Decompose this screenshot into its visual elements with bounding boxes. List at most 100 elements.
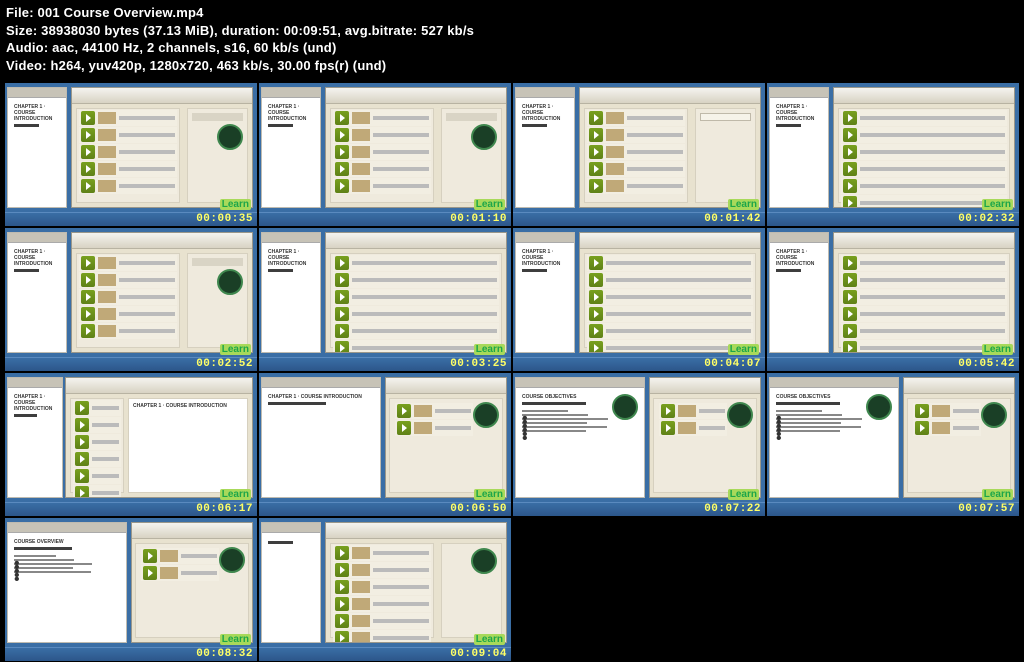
thumbnail[interactable]: CHAPTER 1 · COURSE INTRODUCTIONLearn00:0… <box>259 83 511 226</box>
browser-chrome <box>580 88 760 104</box>
play-icon <box>589 341 603 352</box>
video-list-item <box>333 613 431 629</box>
video-title-line <box>373 619 429 623</box>
video-thumbnail <box>98 325 116 337</box>
video-list-item <box>841 289 1007 305</box>
thumbnail[interactable]: COURSE OVERVIEWLearn00:08:32 <box>5 518 257 661</box>
browser-window <box>649 377 761 498</box>
video-thumbnail <box>98 291 116 303</box>
thumbnail[interactable]: COURSE OBJECTIVESLearn00:07:22 <box>513 373 765 516</box>
play-icon <box>75 435 89 449</box>
document-window: COURSE OBJECTIVES <box>769 377 899 498</box>
play-icon <box>843 128 857 142</box>
browser-chrome <box>72 233 252 249</box>
document-heading: CHAPTER 1 · COURSE INTRODUCTION <box>14 249 60 267</box>
video-list-item <box>841 144 1007 160</box>
video-list-item <box>333 562 431 578</box>
document-body: CHAPTER 1 · COURSE INTRODUCTION <box>262 98 320 138</box>
video-list-item <box>587 255 753 271</box>
heading-rule <box>268 124 293 127</box>
video-list-item <box>841 127 1007 143</box>
video-title-line <box>352 278 497 282</box>
browser-window <box>131 522 253 643</box>
video-title-line <box>606 278 751 282</box>
watermark: Learn <box>220 634 251 645</box>
bullet-line <box>522 430 586 432</box>
video-list-item <box>79 161 177 177</box>
thumbnail[interactable]: CHAPTER 1 · COURSE INTRODUCTIONCHAPTER 1… <box>5 373 257 516</box>
video-list-item <box>79 255 177 271</box>
audio-value: aac, 44100 Hz, 2 channels, s16, 60 kb/s … <box>52 40 336 55</box>
heading-rule <box>776 124 801 127</box>
video-value: h264, yuv420p, 1280x720, 463 kb/s, 30.00… <box>51 58 387 73</box>
document-titlebar <box>516 233 574 243</box>
thumbnail[interactable]: CHAPTER 1 · COURSE INTRODUCTIONLearn00:0… <box>767 228 1019 371</box>
video-title-line <box>860 295 1005 299</box>
video-thumbnail <box>414 422 432 434</box>
video-title-line <box>373 184 429 188</box>
thumbnail[interactable]: COURSE OBJECTIVESLearn00:07:57 <box>767 373 1019 516</box>
video-list-item <box>913 420 981 436</box>
document-body: CHAPTER 1 · COURSE INTRODUCTION <box>8 98 66 138</box>
side-panel <box>907 398 1011 493</box>
video-list-item <box>79 127 177 143</box>
play-icon <box>589 256 603 270</box>
document-titlebar <box>8 378 62 388</box>
thumbnail[interactable]: CHAPTER 1 · COURSE INTRODUCTIONLearn00:0… <box>513 228 765 371</box>
document-body: CHAPTER 1 · COURSE INTRODUCTION <box>516 243 574 283</box>
video-thumbnail <box>352 129 370 141</box>
document-body: COURSE OBJECTIVES <box>770 388 898 440</box>
avgbitrate-value: 527 kb/s <box>421 23 474 38</box>
thumbnail[interactable]: CHAPTER 1 · COURSE INTRODUCTIONLearn00:0… <box>767 83 1019 226</box>
video-list-item <box>659 403 727 419</box>
watermark: Learn <box>220 344 251 355</box>
document-window: CHAPTER 1 · COURSE INTRODUCTION <box>7 377 63 498</box>
document-window: CHAPTER 1 · COURSE INTRODUCTION <box>7 232 67 353</box>
browser-chrome <box>326 523 506 539</box>
popup-panel <box>700 113 751 121</box>
browser-body <box>834 249 1014 352</box>
thumbnail[interactable]: CHAPTER 1 · COURSE INTRODUCTION Learn 00:0… <box>5 228 257 371</box>
video-title-line <box>860 312 1005 316</box>
play-icon <box>335 179 349 193</box>
side-column <box>441 543 502 638</box>
video-list-item <box>333 630 431 642</box>
heading-rule <box>268 541 293 544</box>
document-titlebar <box>262 233 320 243</box>
video-list-item <box>333 127 431 143</box>
thumbnail[interactable]: CHAPTER 1 · COURSE INTRODUCTIONLearn00:0… <box>5 83 257 226</box>
course-badge-icon <box>471 548 497 574</box>
timestamp: 00:02:52 <box>196 358 253 370</box>
watermark: Learn <box>220 489 251 500</box>
video-thumbnail <box>98 112 116 124</box>
thumbnail[interactable]: CHAPTER 1 · COURSE INTRODUCTIONLearn00:0… <box>513 83 765 226</box>
video-list-item <box>79 289 177 305</box>
video-title-line <box>373 585 429 589</box>
bullet-line <box>776 414 842 416</box>
video-list-column <box>330 543 434 638</box>
browser-window: CHAPTER 1 · COURSE INTRODUCTION <box>65 377 253 498</box>
video-thumbnail <box>678 422 696 434</box>
thumbnail[interactable]: CHAPTER 1 · COURSE INTRODUCTIONLearn00:0… <box>259 373 511 516</box>
bullet-line <box>776 410 822 412</box>
document-titlebar <box>8 523 126 533</box>
video-list-item <box>841 178 1007 194</box>
browser-body <box>326 104 506 207</box>
video-thumbnail <box>352 180 370 192</box>
video-list-column <box>76 108 180 203</box>
document-titlebar <box>262 88 320 98</box>
video-title-line <box>119 278 175 282</box>
thumbnail[interactable]: Learn00:09:04 <box>259 518 511 661</box>
play-icon <box>843 307 857 321</box>
video-list-item <box>587 178 685 194</box>
file-metadata: File: 001 Course Overview.mp4 Size: 3893… <box>0 0 1024 82</box>
thumbnail[interactable]: CHAPTER 1 · COURSE INTRODUCTIONLearn00:0… <box>259 228 511 371</box>
watermark: Learn <box>220 199 251 210</box>
course-badge-icon <box>981 402 1007 428</box>
video-list-item <box>841 110 1007 126</box>
video-thumbnail <box>160 550 178 562</box>
play-icon <box>397 421 411 435</box>
timestamp: 00:07:22 <box>704 503 761 515</box>
video-list-item <box>841 272 1007 288</box>
video-title-line <box>119 261 175 265</box>
